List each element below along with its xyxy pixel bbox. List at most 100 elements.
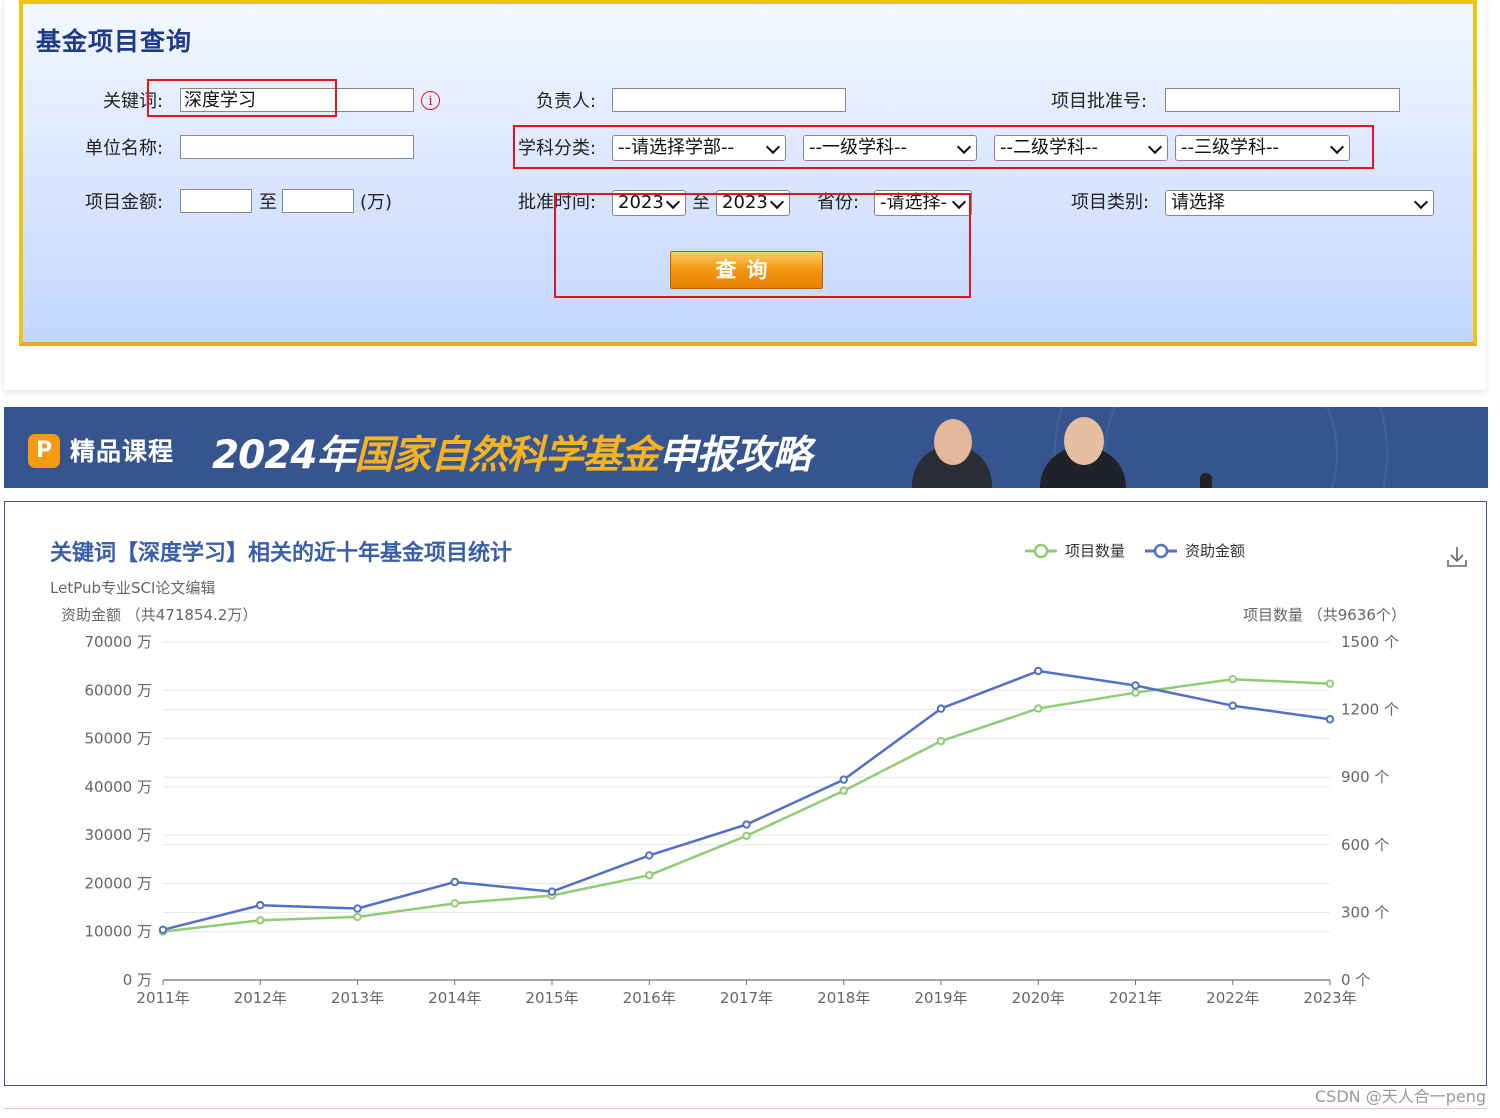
data-point[interactable] [1228,674,1237,684]
approval-no-input[interactable] [1165,88,1400,112]
data-point[interactable] [450,877,459,887]
amount-to-label: 至 [259,192,277,213]
chart-panel: 关键词【深度学习】相关的近十年基金项目统计 LetPub专业SCI论文编辑 资助… [4,501,1487,1086]
subject-level1-select[interactable]: --一级学科-- [803,135,977,161]
data-point[interactable] [1131,681,1140,690]
keyword-input[interactable]: 深度学习 [180,88,414,112]
y-right-tick-label: 300 个 [1341,903,1389,921]
y-left-tick-label: 60000 万 [85,681,153,699]
funding-trend-chart: 关键词【深度学习】相关的近十年基金项目统计 LetPub专业SCI论文编辑 资助… [50,540,1467,1007]
x-tick-label: 2021年 [1109,989,1162,1007]
legend-label: 资助金额 [1185,542,1245,560]
subject-level2-select[interactable]: --二级学科-- [994,135,1168,161]
subject-level3-select[interactable]: --三级学科-- [1175,135,1350,161]
data-point[interactable] [742,820,751,829]
y-right-tick-label: 900 个 [1341,768,1389,786]
province-label: 省份: [817,192,860,213]
data-point[interactable] [1131,688,1140,697]
subject-level2-value: --二级学科-- [1000,137,1098,158]
x-tick-label: 2019年 [914,989,967,1007]
course-banner[interactable]: P 精品课程 2024年国家自然科学基金申报攻略 [4,407,1488,488]
leader-label: 负责人: [536,91,597,112]
chevron-down-icon [951,194,967,210]
category-label: 项目类别: [1071,192,1150,213]
data-point[interactable] [158,925,168,934]
approve-time-label: 批准时间: [518,192,597,213]
data-point[interactable] [936,736,946,746]
search-button[interactable]: 查询 [670,251,823,289]
approve-year-from-select[interactable]: 2023 [612,190,686,216]
headline-highlight: 国家自然科学基金 [354,433,660,478]
y-left-tick-label: 70000 万 [85,633,153,651]
subject-dept-select[interactable]: --请选择学部-- [612,135,786,161]
category-select[interactable]: 请选择 [1165,190,1434,216]
approve-time-to-label: 至 [692,192,710,213]
info-icon[interactable]: i [421,91,440,110]
data-point[interactable] [547,887,557,896]
leader-input[interactable] [612,88,846,112]
brand-logo: P [28,434,60,468]
download-icon[interactable] [1447,547,1467,567]
chevron-down-icon [1147,139,1163,155]
data-point[interactable] [936,704,946,713]
x-tick-label: 2012年 [234,989,287,1007]
chart-title: 关键词【深度学习】相关的近十年基金项目统计 [50,540,512,566]
chevron-down-icon [765,139,781,155]
headline-tail: 申报攻略 [658,433,812,478]
x-tick-label: 2015年 [525,989,578,1007]
subject-level1-value: --一级学科-- [809,137,907,158]
y-right-tick-label: 0 个 [1341,971,1370,989]
banner-decoration [1104,407,1338,488]
province-value: -请选择- [880,192,947,213]
chart-series [158,666,1335,936]
legend-item-count[interactable]: 项目数量 [1025,542,1125,560]
approve-year-to-select[interactable]: 2023 [716,190,790,216]
chevron-down-icon [1329,139,1345,155]
y-left-tick-label: 10000 万 [85,923,153,941]
data-point[interactable] [645,851,654,860]
data-point[interactable] [353,904,362,913]
approval-no-label: 项目批准号: [1051,91,1148,112]
x-tick-label: 2023年 [1303,989,1356,1007]
presenter-2-face [1064,417,1104,465]
chart-subtitle: LetPub专业SCI论文编辑 [50,579,215,597]
y-left-tick-label: 30000 万 [85,826,153,844]
data-point[interactable] [1325,715,1335,724]
x-tick-label: 2013年 [331,989,384,1007]
org-input[interactable] [180,135,414,159]
x-tick-label: 2018年 [817,989,870,1007]
x-tick-label: 2022年 [1206,989,1259,1007]
data-point[interactable] [1228,701,1237,710]
subject-level3-value: --三级学科-- [1181,137,1279,158]
data-point[interactable] [839,775,848,784]
presenter-3-avatar [1200,473,1212,488]
data-point[interactable] [256,900,265,910]
data-point[interactable] [645,871,654,880]
subject-label: 学科分类: [518,138,597,159]
category-value: 请选择 [1171,192,1225,213]
amount-from-input[interactable] [180,189,252,213]
data-point[interactable] [1325,679,1335,688]
province-select[interactable]: -请选择- [874,190,972,216]
left-axis-title: 资助金额 （共471854.2万） [61,606,257,624]
y-left-tick-label: 40000 万 [85,778,153,796]
chart-ticks: 0 万 10000 万 20000 万 30000 万 40000 万 50000 万 60… [85,633,1399,1007]
y-right-tick-label: 600 个 [1341,836,1389,854]
data-point[interactable] [1034,704,1043,713]
watermark: CSDN @天人合一peng [1314,1087,1486,1106]
chevron-down-icon [956,139,972,155]
data-point[interactable] [353,912,362,922]
legend-item-amount[interactable]: 资助金额 [1145,542,1245,560]
form-title: 基金项目查询 [36,27,193,56]
data-point[interactable] [256,916,265,925]
chevron-down-icon [1413,194,1429,210]
y-left-tick-label: 20000 万 [85,874,153,892]
amount-to-input[interactable] [282,189,354,213]
y-left-tick-label: 50000 万 [85,730,153,748]
x-tick-label: 2016年 [623,989,676,1007]
data-point[interactable] [839,786,848,795]
data-point[interactable] [1034,666,1043,676]
data-point[interactable] [450,899,459,908]
data-point[interactable] [742,831,751,840]
chevron-down-icon [769,194,785,210]
